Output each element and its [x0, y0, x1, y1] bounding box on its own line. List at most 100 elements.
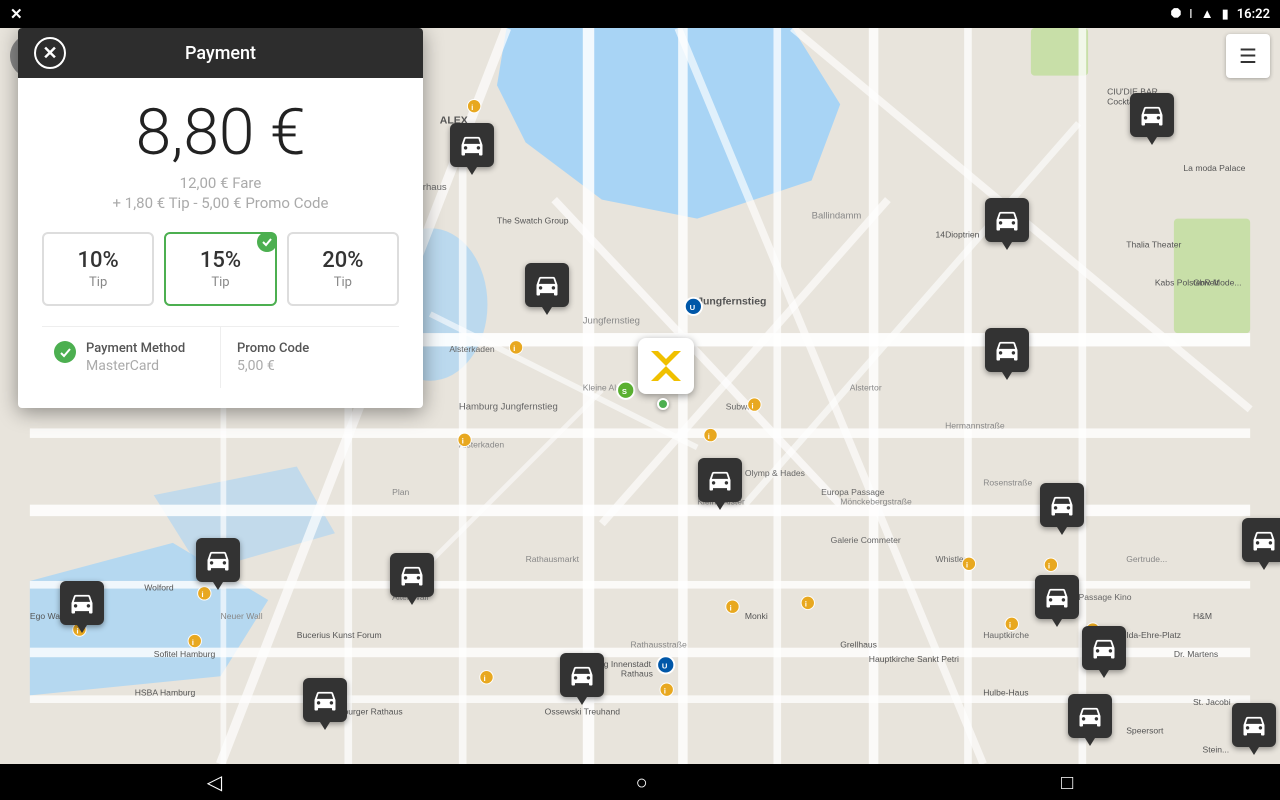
- svg-text:Wolford: Wolford: [144, 582, 174, 592]
- svg-text:Jungfernstieg: Jungfernstieg: [697, 296, 766, 307]
- promo-code-label: Promo Code: [237, 341, 383, 356]
- taxi-marker[interactable]: [390, 553, 434, 597]
- network-icon: Ⅰ: [1189, 7, 1193, 21]
- svg-text:U: U: [662, 662, 668, 671]
- svg-text:i: i: [192, 638, 194, 647]
- recents-button[interactable]: □: [1061, 770, 1073, 795]
- status-bar-left: ✕: [10, 5, 23, 23]
- fare-label: 12,00 € Fare: [42, 174, 399, 192]
- tip-section: 10% Tip 15% Tip 20% Tip: [42, 232, 399, 306]
- taxi-marker[interactable]: [985, 328, 1029, 372]
- tip-10-pct: 10%: [54, 248, 142, 273]
- svg-text:Neuer Wall: Neuer Wall: [221, 611, 263, 621]
- modal-title: Payment: [66, 43, 407, 64]
- svg-text:i: i: [462, 437, 464, 446]
- price-display: 8,80 €: [42, 98, 399, 168]
- payment-footer: Payment Method MasterCard Promo Code 5,0…: [42, 326, 399, 388]
- svg-text:i: i: [513, 344, 515, 353]
- promo-code-section[interactable]: Promo Code 5,00 €: [221, 327, 399, 388]
- svg-text:Sofitel Hamburg: Sofitel Hamburg: [154, 649, 216, 659]
- menu-button[interactable]: ☰: [1226, 34, 1270, 78]
- tip-20-button[interactable]: 20% Tip: [287, 232, 399, 306]
- svg-text:The Swatch Group: The Swatch Group: [497, 215, 569, 225]
- taxi-marker[interactable]: [1242, 518, 1280, 562]
- svg-text:H&M: H&M: [1193, 611, 1212, 621]
- taxi-marker[interactable]: [698, 458, 742, 502]
- modal-body: 8,80 € 12,00 € Fare + 1,80 € Tip - 5,00 …: [18, 78, 423, 408]
- svg-text:Mönckebergstraße: Mönckebergstraße: [840, 497, 912, 507]
- svg-text:i: i: [1009, 621, 1011, 630]
- svg-text:Hauptkirche: Hauptkirche: [983, 630, 1029, 640]
- svg-text:i: i: [730, 604, 732, 613]
- tip-10-label: Tip: [54, 275, 142, 290]
- svg-text:Hermannstraße: Hermannstraße: [945, 420, 1005, 430]
- svg-text:Monki: Monki: [745, 611, 768, 621]
- svg-text:Jungfernstieg: Jungfernstieg: [583, 316, 640, 327]
- svg-text:i: i: [484, 674, 486, 683]
- taxi-marker[interactable]: [303, 678, 347, 722]
- payment-method-section[interactable]: Payment Method MasterCard: [42, 327, 221, 388]
- svg-text:Kabs Polsterwelt: Kabs Polsterwelt: [1155, 277, 1220, 287]
- svg-text:Thalia Theater: Thalia Theater: [1126, 239, 1181, 249]
- back-button[interactable]: ◁: [207, 770, 222, 794]
- tip-15-button[interactable]: 15% Tip: [164, 232, 276, 306]
- close-button[interactable]: ✕: [34, 37, 66, 69]
- svg-text:Stein...: Stein...: [1202, 745, 1229, 755]
- svg-text:Europa Passage: Europa Passage: [821, 487, 885, 497]
- svg-text:Alsterkaden: Alsterkaden: [449, 344, 495, 354]
- payment-method-label: Payment Method: [86, 341, 204, 356]
- svg-text:Rathaus: Rathaus: [621, 668, 653, 678]
- svg-text:i: i: [664, 686, 666, 695]
- svg-text:Hauptkirche Sankt Petri: Hauptkirche Sankt Petri: [869, 654, 959, 664]
- svg-text:Grellhaus: Grellhaus: [840, 640, 877, 650]
- svg-text:Ossewski Treuhand: Ossewski Treuhand: [545, 706, 621, 716]
- location-dot: [657, 398, 669, 410]
- close-app-icon[interactable]: ✕: [10, 5, 23, 23]
- tip-20-label: Tip: [299, 275, 387, 290]
- taxi-marker[interactable]: [560, 653, 604, 697]
- taxi-marker[interactable]: [985, 198, 1029, 242]
- svg-text:i: i: [805, 600, 807, 609]
- svg-text:i: i: [1048, 562, 1050, 571]
- svg-text:i: i: [201, 590, 203, 599]
- taxi-marker[interactable]: [60, 581, 104, 625]
- svg-text:Rosenstraße: Rosenstraße: [983, 478, 1032, 488]
- svg-text:Gertrude...: Gertrude...: [1126, 554, 1167, 564]
- taxi-marker[interactable]: [1232, 703, 1276, 747]
- taxi-marker[interactable]: [1068, 694, 1112, 738]
- fare-detail: + 1,80 € Tip - 5,00 € Promo Code: [42, 194, 399, 212]
- svg-text:HSBA Hamburg: HSBA Hamburg: [135, 687, 196, 697]
- svg-text:i: i: [752, 401, 754, 410]
- status-bar-right: ⯃ Ⅰ ▲ ▮ 16:22: [1171, 6, 1270, 22]
- svg-text:S: S: [622, 387, 627, 396]
- taxi-marker[interactable]: [450, 123, 494, 167]
- home-button[interactable]: ○: [636, 770, 648, 795]
- wifi-icon: ▲: [1201, 6, 1214, 22]
- svg-text:Plan: Plan: [392, 487, 409, 497]
- promo-code-value: 5,00 €: [237, 358, 383, 374]
- svg-text:Ego Wall: Ego Wall: [30, 611, 64, 621]
- taxi-marker[interactable]: [1082, 626, 1126, 670]
- svg-text:Ballindamm: Ballindamm: [812, 211, 862, 222]
- taxi-marker[interactable]: [525, 263, 569, 307]
- close-icon: ✕: [42, 43, 57, 64]
- svg-text:Hulbe-Haus: Hulbe-Haus: [983, 687, 1028, 697]
- nav-bar: ◁ ○ □: [0, 764, 1280, 800]
- bluetooth-icon: ⯃: [1171, 7, 1181, 22]
- taxi-marker[interactable]: [1035, 575, 1079, 619]
- taxi-marker[interactable]: [196, 538, 240, 582]
- svg-text:i: i: [966, 561, 968, 570]
- svg-text:La moda Palace: La moda Palace: [1183, 163, 1245, 173]
- svg-text:St. Jacobi: St. Jacobi: [1193, 697, 1231, 707]
- taxi-marker[interactable]: [1130, 93, 1174, 137]
- hamburger-icon: ☰: [1239, 44, 1257, 69]
- svg-text:Passage Kino: Passage Kino: [1079, 592, 1132, 602]
- svg-text:14Dioptrien: 14Dioptrien: [936, 230, 980, 240]
- svg-text:Rathausstraße: Rathausstraße: [630, 640, 686, 650]
- tip-10-button[interactable]: 10% Tip: [42, 232, 154, 306]
- logo-marker[interactable]: [638, 338, 694, 394]
- svg-text:Ida-Ehre-Platz: Ida-Ehre-Platz: [1126, 630, 1181, 640]
- modal-header: ✕ Payment: [18, 28, 423, 78]
- payment-modal: ✕ Payment 8,80 € 12,00 € Fare + 1,80 € T…: [18, 28, 423, 408]
- taxi-marker[interactable]: [1040, 483, 1084, 527]
